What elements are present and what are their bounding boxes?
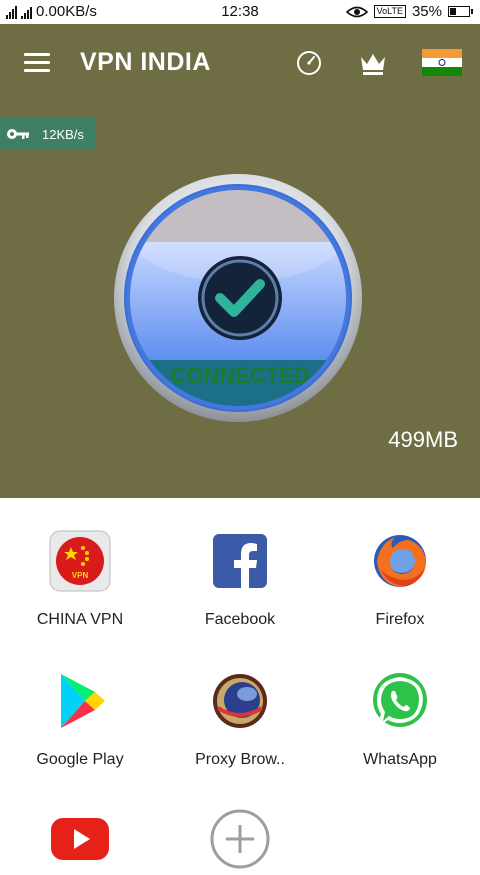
volte-badge: VoLTE: [373, 5, 406, 18]
speed-badge: 12KB/s: [0, 118, 96, 150]
firefox-icon: [374, 535, 426, 587]
app-title: VPN INDIA: [80, 48, 211, 76]
china-vpn-icon: VPN: [49, 530, 111, 592]
menu-button[interactable]: [24, 53, 50, 73]
app-facebook[interactable]: Facebook: [160, 530, 320, 629]
app-label: Facebook: [204, 611, 276, 628]
facebook-icon: [213, 534, 267, 588]
battery-percent: 35%: [411, 3, 442, 20]
eye-icon: [345, 6, 368, 17]
app-grid: VPN CHINA VPN Facebook Firefox Google Pl…: [0, 498, 480, 869]
check-icon: [198, 256, 282, 340]
proxy-browser-icon: [213, 674, 267, 728]
connection-status: CONNECTED: [170, 363, 309, 388]
app-youtube[interactable]: [0, 808, 160, 875]
app-label: WhatsApp: [363, 751, 437, 768]
app-label: Proxy Brow..: [195, 751, 285, 768]
google-play-icon: [61, 674, 105, 728]
app-firefox[interactable]: Firefox: [320, 530, 480, 629]
hamburger-icon: [24, 53, 50, 56]
status-bar: 0.00KB/s 12:38 VoLTE 35%: [0, 0, 480, 24]
key-icon: [7, 129, 29, 139]
app-china-vpn[interactable]: VPN CHINA VPN: [0, 530, 160, 629]
speed-value: 12KB/s: [42, 126, 84, 142]
svg-text:VPN: VPN: [72, 571, 89, 580]
data-used: 499MB: [388, 427, 458, 452]
app-label: Google Play: [36, 751, 124, 768]
connect-button[interactable]: CONNECTED: [112, 172, 364, 424]
app-whatsapp[interactable]: WhatsApp: [320, 670, 480, 769]
speedometer-icon[interactable]: [292, 46, 326, 80]
app-label: CHINA VPN: [36, 611, 124, 628]
app-google-play[interactable]: Google Play: [0, 670, 160, 769]
whatsapp-icon: [373, 673, 427, 727]
add-app-button[interactable]: [160, 808, 320, 875]
india-flag-icon[interactable]: [422, 49, 462, 76]
battery-icon: [448, 6, 473, 17]
add-icon: [210, 809, 270, 869]
app-label: Firefox: [375, 611, 425, 628]
crown-icon[interactable]: [356, 46, 390, 80]
youtube-icon: [51, 818, 109, 860]
vpn-panel: VPN INDIA 12KB/s CONNECTED 499MB: [0, 24, 480, 498]
app-proxy-browser[interactable]: Proxy Brow..: [160, 670, 320, 769]
